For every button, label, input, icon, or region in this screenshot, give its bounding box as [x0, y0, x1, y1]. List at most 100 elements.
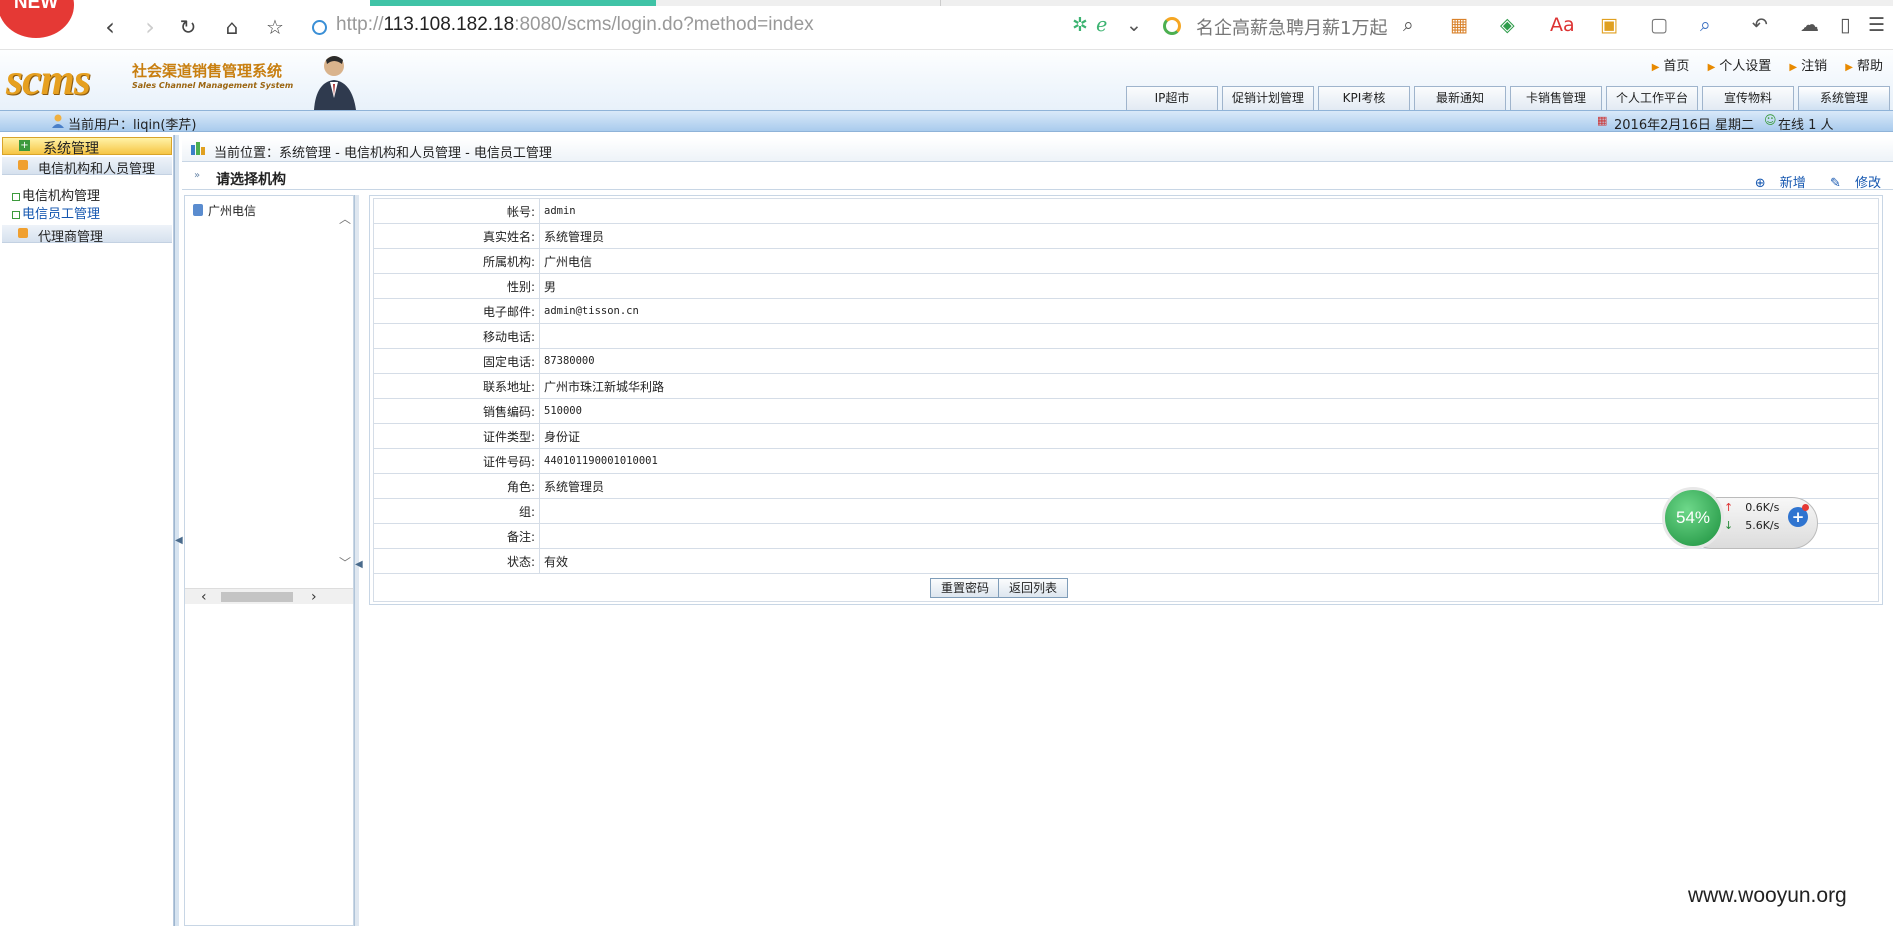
arrow-icon: ▶: [1651, 62, 1660, 73]
sidebar-header[interactable]: + 系统管理: [2, 137, 172, 157]
field-value: 广州电信: [539, 248, 1879, 274]
personal-settings-link[interactable]: ▶ 个人设置: [1708, 59, 1772, 74]
field-label: 固定电话:: [373, 348, 540, 374]
sidebar-group-agent[interactable]: 代理商管理: [2, 225, 172, 245]
new-badge: NEW: [0, 0, 74, 38]
org-tree-panel: 广州电信 ︿ ﹀ ‹ ›: [184, 195, 354, 926]
scrollbar-thumb[interactable]: [221, 592, 293, 602]
calendar-icon: ▦: [1597, 114, 1608, 127]
browser-toolbar: NEW ‹ › ↻ ⌂ ☆ http://113.108.182.18:8080…: [0, 0, 1893, 50]
scroll-right-icon[interactable]: ›: [311, 589, 317, 605]
sidebar-splitter[interactable]: ◀: [174, 135, 183, 926]
help-link[interactable]: ▶ 帮助: [1845, 59, 1883, 74]
reset-password-button[interactable]: 重置密码: [930, 578, 1001, 598]
left-sidebar: + 系统管理 电信机构和人员管理 电信机构管理 电信员工管理 代理商管理: [0, 135, 174, 926]
table-row: 组:: [373, 498, 1879, 524]
sidebar-item-telecom-staff-management[interactable]: 电信员工管理: [12, 203, 100, 222]
refresh-icon[interactable]: ↻: [173, 12, 203, 42]
tab-kpi[interactable]: KPI考核: [1318, 86, 1410, 110]
mobile-icon[interactable]: ▯: [1840, 14, 1850, 36]
horizontal-scrollbar[interactable]: ‹ ›: [185, 588, 353, 605]
sidebar-item-label: 电信机构管理: [22, 189, 101, 204]
url-prefix: http://: [336, 14, 384, 35]
site-globe-icon: [312, 20, 327, 35]
sidebar-group-telecom-org[interactable]: 电信机构和人员管理: [2, 157, 172, 177]
folder-icon: [18, 228, 28, 238]
screenshot-icon[interactable]: ▢: [1650, 14, 1668, 36]
organization-icon: [193, 204, 203, 216]
security-shield-icon[interactable]: ◈: [1500, 14, 1515, 36]
menu-icon[interactable]: ☰: [1868, 14, 1885, 36]
sidebar-item-telecom-org-management[interactable]: 电信机构管理: [12, 185, 100, 204]
current-date: 2016年2月16日 星期二: [1614, 118, 1755, 133]
field-value: admin: [539, 198, 1879, 224]
download-speed: ↓ 5.6K/s: [1724, 519, 1779, 532]
search-magnifier-icon[interactable]: ⌕: [1403, 14, 1414, 36]
cloud-icon[interactable]: ☁: [1800, 14, 1819, 36]
back-icon[interactable]: ‹: [95, 12, 125, 42]
tab-system-management[interactable]: 系统管理: [1798, 86, 1890, 110]
expand-icon: +: [19, 140, 30, 151]
field-label: 状态:: [373, 548, 540, 574]
tab-promotion-plan[interactable]: 促销计划管理: [1222, 86, 1314, 110]
edit-button[interactable]: ✎ 修改: [1820, 176, 1881, 191]
collapse-arrow-icon[interactable]: ◀: [355, 559, 363, 570]
collapse-arrow-icon[interactable]: ◀: [175, 535, 183, 546]
translate-icon[interactable]: Aa: [1550, 14, 1575, 36]
sidebar-header-label: 系统管理: [43, 141, 99, 157]
personal-settings-label: 个人设置: [1719, 59, 1772, 74]
tab-promo-material[interactable]: 宣传物料: [1702, 86, 1794, 110]
field-label: 所属机构:: [373, 248, 540, 274]
table-row: 状态: 有效: [373, 548, 1879, 574]
zoom-icon[interactable]: ⌕: [1700, 14, 1711, 36]
add-label: 新增: [1779, 176, 1806, 191]
edit-icon: ✎: [1829, 176, 1841, 191]
add-button[interactable]: ⊕ 新增: [1745, 176, 1806, 191]
undo-icon[interactable]: ↶: [1752, 14, 1768, 36]
field-label: 联系地址:: [373, 373, 540, 399]
tree-splitter[interactable]: ◀: [354, 195, 363, 926]
scroll-left-icon[interactable]: ‹: [201, 589, 207, 605]
back-to-list-button[interactable]: 返回列表: [998, 578, 1069, 598]
tab-card-sales[interactable]: 卡销售管理: [1510, 86, 1602, 110]
field-value: 440101190001010001: [539, 448, 1879, 474]
field-label: 角色:: [373, 473, 540, 499]
memory-usage-indicator[interactable]: 54%: [1662, 487, 1724, 549]
logout-link[interactable]: ▶ 注销: [1789, 59, 1827, 74]
field-label: 证件类型:: [373, 423, 540, 449]
field-value: 有效: [539, 548, 1879, 574]
field-label: 组:: [373, 498, 540, 524]
folder-icon: [18, 160, 28, 170]
forward-icon[interactable]: ›: [135, 12, 165, 42]
tree-node-guangzhou-telecom[interactable]: 广州电信: [193, 202, 256, 219]
online-count: 在线 1 人: [1778, 118, 1834, 133]
address-bar[interactable]: http://113.108.182.18:8080/scms/login.do…: [336, 14, 814, 36]
download-arrow-icon: ↓: [1724, 519, 1734, 532]
sidebar-item-label: 电信员工管理: [22, 207, 101, 222]
coupon-icon[interactable]: ▣: [1600, 14, 1618, 36]
table-row: 销售编码: 510000: [373, 398, 1879, 424]
arrow-icon: ▶: [1789, 62, 1798, 73]
speedup-icon[interactable]: ✲: [1072, 14, 1088, 36]
apps-icon[interactable]: ▦: [1450, 14, 1468, 36]
tab-latest-notice[interactable]: 最新通知: [1414, 86, 1506, 110]
scroll-down-icon[interactable]: ﹀: [339, 554, 351, 571]
favorite-star-icon[interactable]: ☆: [260, 12, 290, 42]
address-dropdown-icon[interactable]: ⌄: [1126, 14, 1142, 36]
home-link[interactable]: ▶ 首页: [1652, 59, 1690, 74]
scroll-up-icon[interactable]: ︿: [339, 210, 351, 227]
table-row: 联系地址: 广州市珠江新城华利路: [373, 373, 1879, 399]
breadcrumb: 当前位置：系统管理 - 电信机构和人员管理 - 电信员工管理: [214, 146, 552, 161]
ie-mode-icon[interactable]: ℯ: [1096, 14, 1107, 36]
table-row: 证件号码: 440101190001010001: [373, 448, 1879, 474]
tab-ip-market[interactable]: IP超市: [1126, 86, 1218, 110]
table-row: 角色: 系统管理员: [373, 473, 1879, 499]
tab-personal-workspace[interactable]: 个人工作平台: [1606, 86, 1698, 110]
add-icon: ⊕: [1754, 176, 1766, 191]
home-icon[interactable]: ⌂: [217, 12, 247, 42]
current-user: 当前用户：liqin(李芹): [68, 118, 197, 133]
field-label: 备注:: [373, 523, 540, 549]
button-row: 重置密码 返回列表: [373, 574, 1879, 602]
search-input[interactable]: 名企高薪急聘月薪1万起: [1160, 14, 1387, 40]
staff-detail-table: 帐号: admin 真实姓名: 系统管理员 所属机构: 广州电信 性别: 男 电子邮件:…: [373, 198, 1879, 574]
